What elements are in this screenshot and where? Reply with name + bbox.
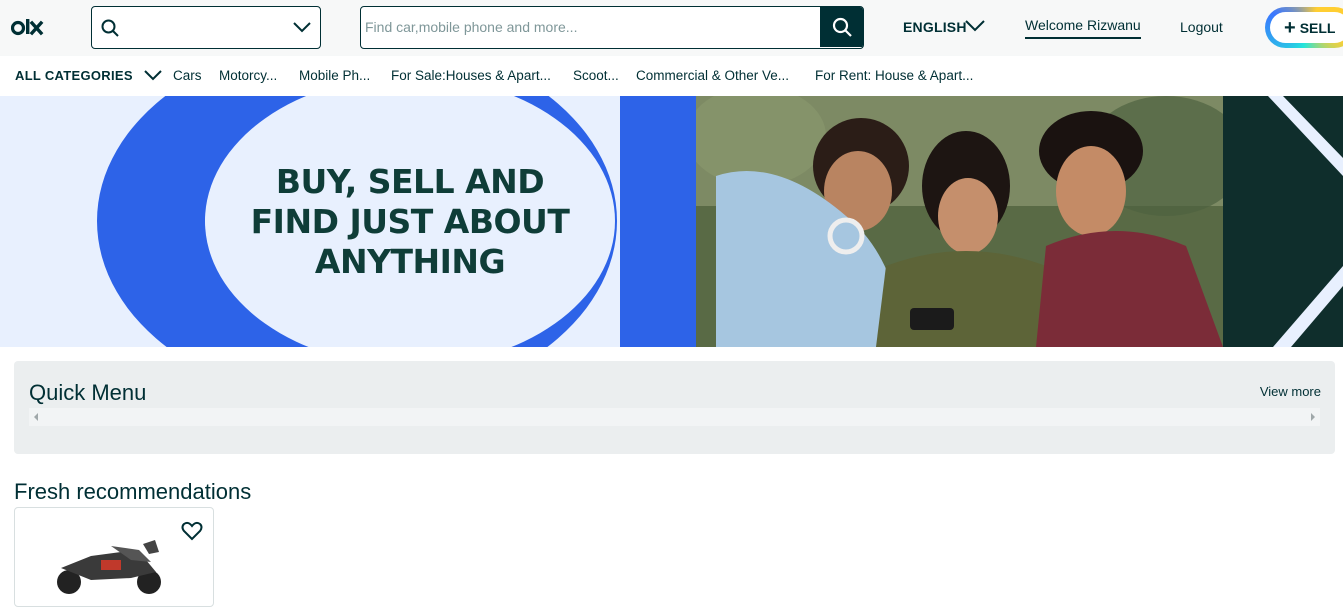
top-header: ENGLISH Welcome Rizwanu Logout + SELL bbox=[0, 0, 1343, 56]
quick-menu-title: Quick Menu bbox=[29, 380, 147, 405]
category-scooters[interactable]: Scoot... bbox=[573, 68, 619, 83]
category-bar: ALL CATEGORIES Cars Motorcy... Mobile Ph… bbox=[0, 56, 1343, 96]
plus-icon: + bbox=[1284, 16, 1296, 39]
logout-link[interactable]: Logout bbox=[1180, 19, 1223, 35]
scroll-left-icon[interactable] bbox=[34, 413, 38, 421]
category-cars[interactable]: Cars bbox=[173, 68, 202, 83]
all-categories-toggle[interactable]: ALL CATEGORIES bbox=[15, 68, 133, 83]
quick-menu-section: Quick Menu View more bbox=[14, 361, 1335, 454]
search-icon bbox=[832, 17, 852, 37]
sell-button[interactable]: + SELL bbox=[1265, 7, 1343, 48]
category-mobile-phones[interactable]: Mobile Ph... bbox=[299, 68, 370, 83]
banner-decor-panel bbox=[1223, 96, 1343, 347]
welcome-user-link[interactable]: Welcome Rizwanu bbox=[1025, 17, 1141, 39]
scroll-right-icon[interactable] bbox=[1311, 413, 1315, 421]
view-more-link[interactable]: View more bbox=[1260, 384, 1321, 399]
language-selector[interactable]: ENGLISH bbox=[903, 19, 967, 35]
chevron-down-icon[interactable] bbox=[964, 19, 986, 33]
olx-logo[interactable] bbox=[11, 15, 51, 41]
hero-banner[interactable]: BUY, SELL AND FIND JUST ABOUT ANYTHING bbox=[0, 96, 1343, 347]
category-for-sale-houses[interactable]: For Sale:Houses & Apart... bbox=[391, 68, 551, 83]
listing-card[interactable] bbox=[14, 507, 214, 607]
search-icon bbox=[101, 19, 119, 37]
category-commercial-vehicles[interactable]: Commercial & Other Ve... bbox=[636, 68, 789, 83]
motorcycle-image bbox=[57, 540, 161, 594]
location-selector[interactable] bbox=[91, 6, 321, 49]
heart-icon[interactable] bbox=[181, 521, 203, 541]
banner-tagline: BUY, SELL AND FIND JUST ABOUT ANYTHING bbox=[250, 162, 570, 281]
banner-text-panel: BUY, SELL AND FIND JUST ABOUT ANYTHING bbox=[0, 96, 696, 347]
search-input[interactable] bbox=[361, 7, 821, 47]
search-bar bbox=[360, 6, 864, 49]
banner-photo bbox=[696, 96, 1223, 347]
search-button[interactable] bbox=[820, 7, 863, 47]
fresh-recommendations-title: Fresh recommendations bbox=[14, 479, 252, 504]
chevron-down-icon[interactable] bbox=[144, 68, 162, 82]
category-motorcycles[interactable]: Motorcy... bbox=[219, 68, 277, 83]
quick-menu-scrollbar[interactable] bbox=[29, 408, 1320, 426]
chevron-down-icon bbox=[293, 22, 311, 33]
category-for-rent-houses[interactable]: For Rent: House & Apart... bbox=[815, 68, 973, 83]
sell-label: SELL bbox=[1299, 19, 1336, 36]
